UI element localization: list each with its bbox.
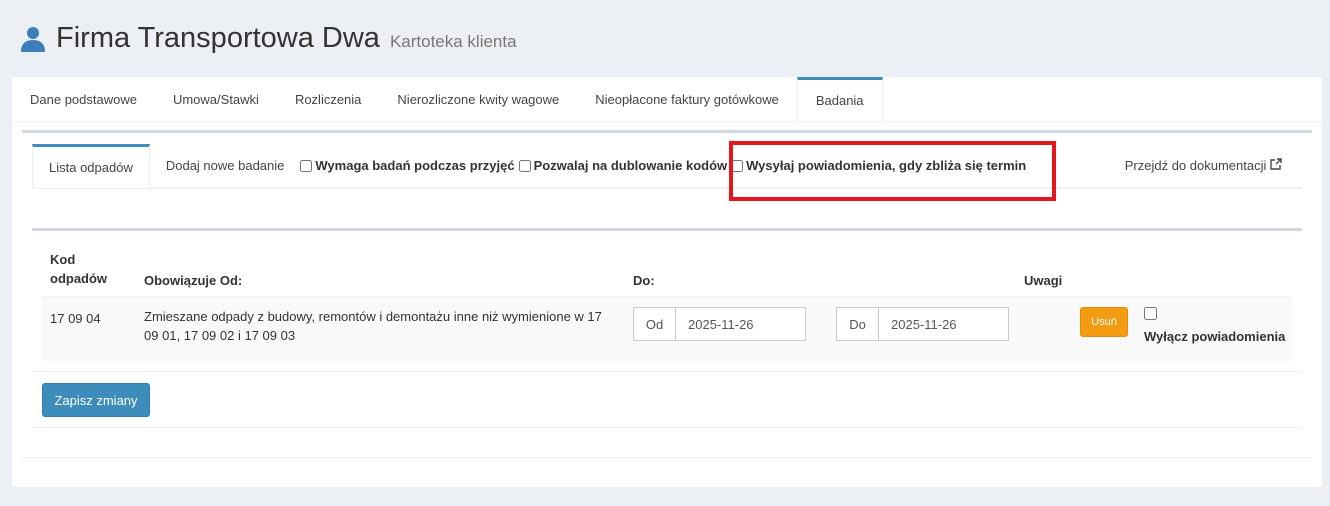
disable-notifications-checkbox[interactable] [1144,307,1157,320]
save-button[interactable]: Zapisz zmiany [42,383,150,417]
divider [32,371,1302,372]
sub-tabs: Lista odpadów Dodaj nowe badanie Wymaga … [32,143,1302,189]
header-kod: Kod [50,252,76,267]
content-box: Dane podstawowe Umowa/Stawki Rozliczenia… [12,77,1322,487]
tab-nieoplacone-faktury[interactable]: Nieopłacone faktury gotówkowe [577,77,797,121]
waste-table: Kod odpadów Obowiązuje Od: Do: Uwagi 17 0… [42,248,1292,361]
waste-code: 17 09 04 [50,311,101,326]
documentation-link[interactable]: Przejdź do dokumentacji [1125,158,1302,173]
page-header: Firma Transportowa Dwa Kartoteka klienta [20,22,517,55]
divider [32,228,1302,231]
header-odpadow: odpadów [50,271,108,286]
waste-description: Zmieszane odpady z budowy, remontów i de… [144,309,602,343]
user-icon [21,26,45,52]
page-title: Firma Transportowa Dwa [56,22,380,54]
delete-button[interactable]: Usuń [1080,307,1128,337]
date-from-group: Od [633,307,806,341]
header-do: Do: [633,273,655,288]
date-from-input[interactable] [676,308,804,340]
table-row: 17 09 04 Zmieszane odpady z budowy, remo… [42,297,1292,361]
table-header: Kod odpadów Obowiązuje Od: Do: Uwagi [42,248,1292,297]
divider [22,457,1312,458]
tab-badania[interactable]: Badania [796,77,883,121]
tab-dane-podstawowe[interactable]: Dane podstawowe [12,77,155,121]
date-to-input[interactable] [879,308,1007,340]
to-addon: Do [837,308,879,340]
wymaga-badan-checkbox[interactable] [300,159,313,172]
external-link-icon [1270,158,1282,170]
option-dublowanie-kodow[interactable]: Pozwalaj na dublowanie kodów [518,158,727,173]
tab-nierozliczone-kwity[interactable]: Nierozliczone kwity wagowe [379,77,577,121]
divider [32,427,1302,428]
tab-umowa-stawki[interactable]: Umowa/Stawki [155,77,277,121]
tab-dodaj-badanie[interactable]: Dodaj nowe badanie [150,145,301,187]
tab-rozliczenia[interactable]: Rozliczenia [277,77,379,121]
tab-lista-odpadow[interactable]: Lista odpadów [32,143,150,188]
from-addon: Od [634,308,676,340]
dublowanie-checkbox[interactable] [518,159,531,172]
main-tabs: Dane podstawowe Umowa/Stawki Rozliczenia… [12,77,1322,122]
disable-notifications-label: Wyłącz powiadomienia [1144,329,1286,344]
date-to-group: Do [836,307,1009,341]
header-obowiazuje-od: Obowiązuje Od: [144,273,243,288]
highlight-box [729,141,1056,201]
header-uwagi: Uwagi [1024,273,1063,288]
page-subtitle: Kartoteka klienta [389,32,517,51]
divider [22,130,1312,133]
option-wymaga-badan[interactable]: Wymaga badań podczas przyjęć [300,158,515,173]
